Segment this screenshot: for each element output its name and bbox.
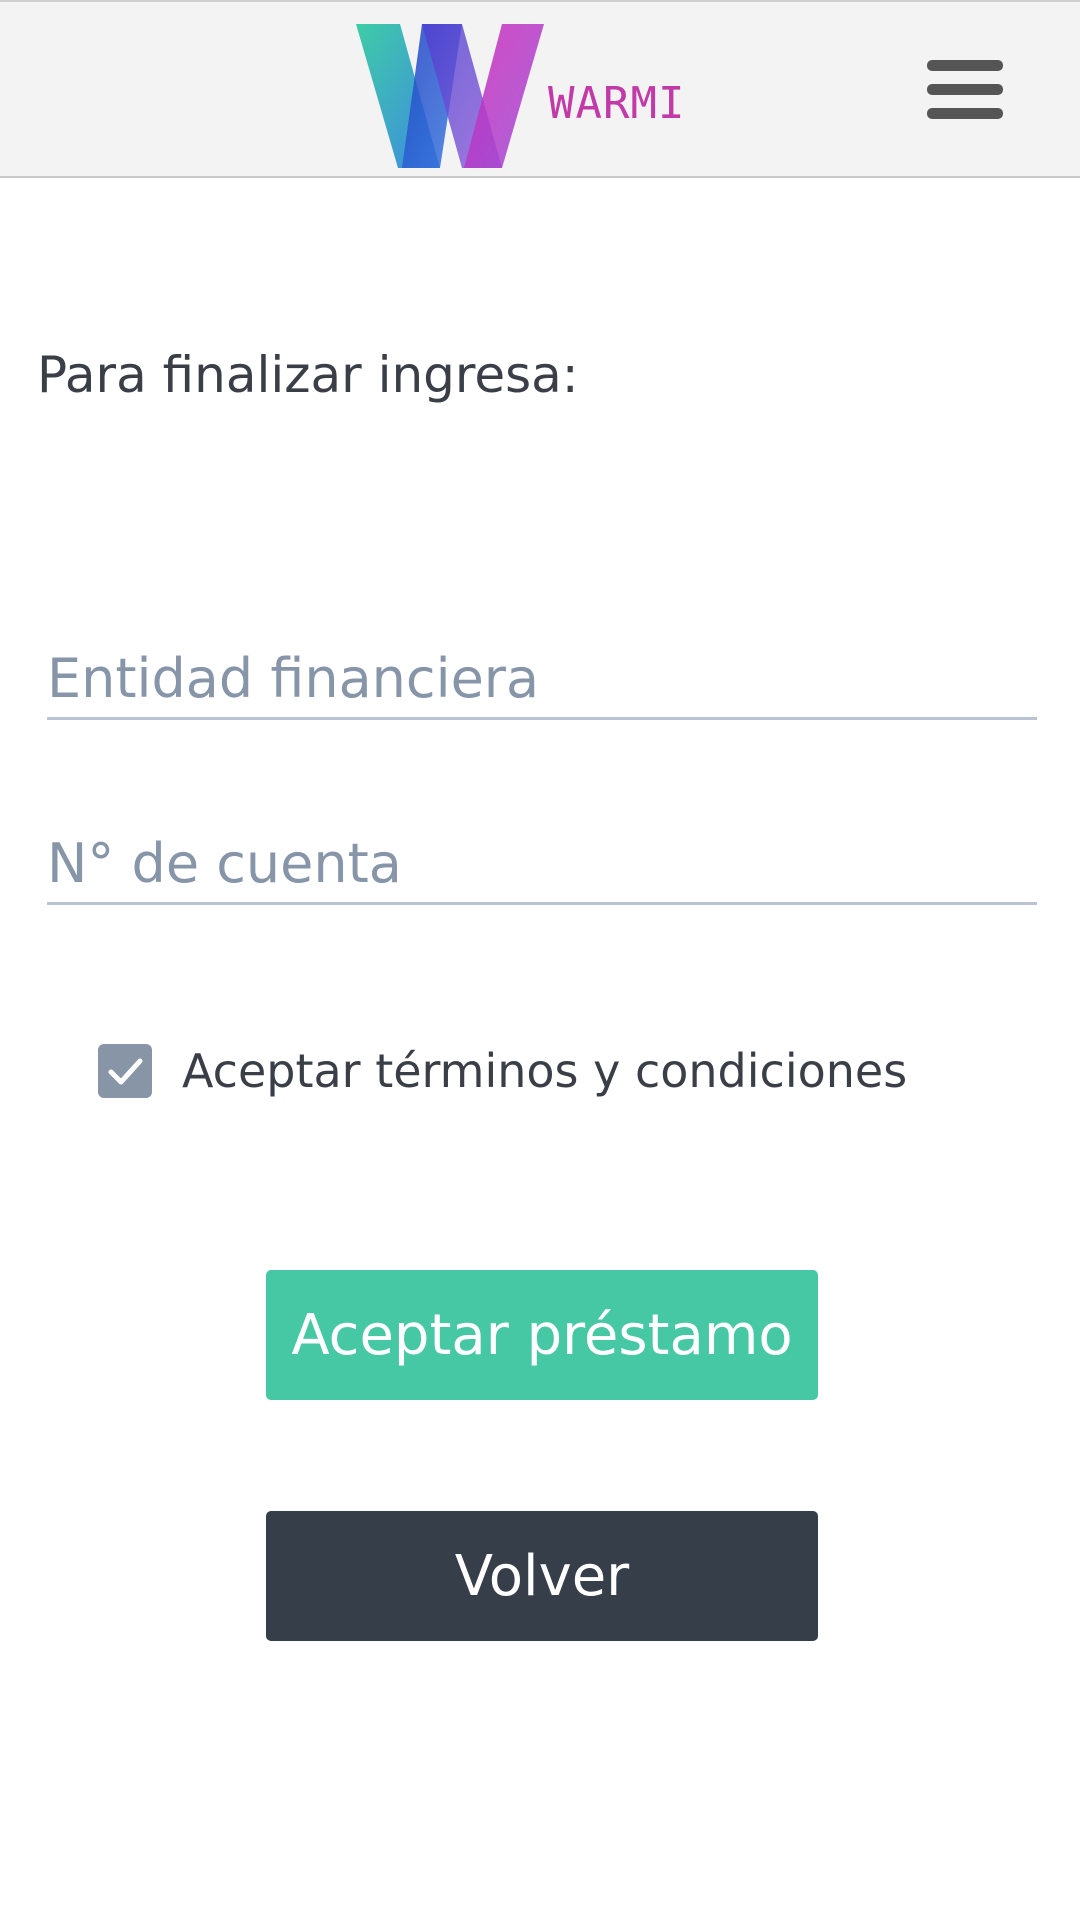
logo-text: WARMI bbox=[548, 78, 686, 129]
back-button[interactable]: Volver bbox=[266, 1511, 818, 1641]
warmi-logo[interactable]: WARMI bbox=[356, 22, 686, 172]
menu-bar bbox=[927, 60, 1003, 71]
menu-bar bbox=[927, 84, 1003, 95]
financial-entity-input[interactable] bbox=[47, 640, 1037, 720]
terms-label[interactable]: Aceptar términos y condiciones bbox=[182, 1040, 907, 1102]
terms-checkbox[interactable] bbox=[98, 1044, 152, 1098]
hamburger-menu-icon[interactable] bbox=[918, 54, 1012, 126]
warmi-w-logo-icon bbox=[356, 24, 544, 168]
menu-bar bbox=[927, 108, 1003, 119]
accept-loan-button[interactable]: Aceptar préstamo bbox=[266, 1270, 818, 1400]
instruction-text: Para finalizar ingresa: bbox=[37, 346, 579, 404]
app-header: WARMI bbox=[0, 0, 1080, 178]
terms-row[interactable]: Aceptar términos y condiciones bbox=[98, 1040, 998, 1100]
check-icon bbox=[108, 1058, 143, 1085]
account-number-input[interactable] bbox=[47, 825, 1037, 905]
